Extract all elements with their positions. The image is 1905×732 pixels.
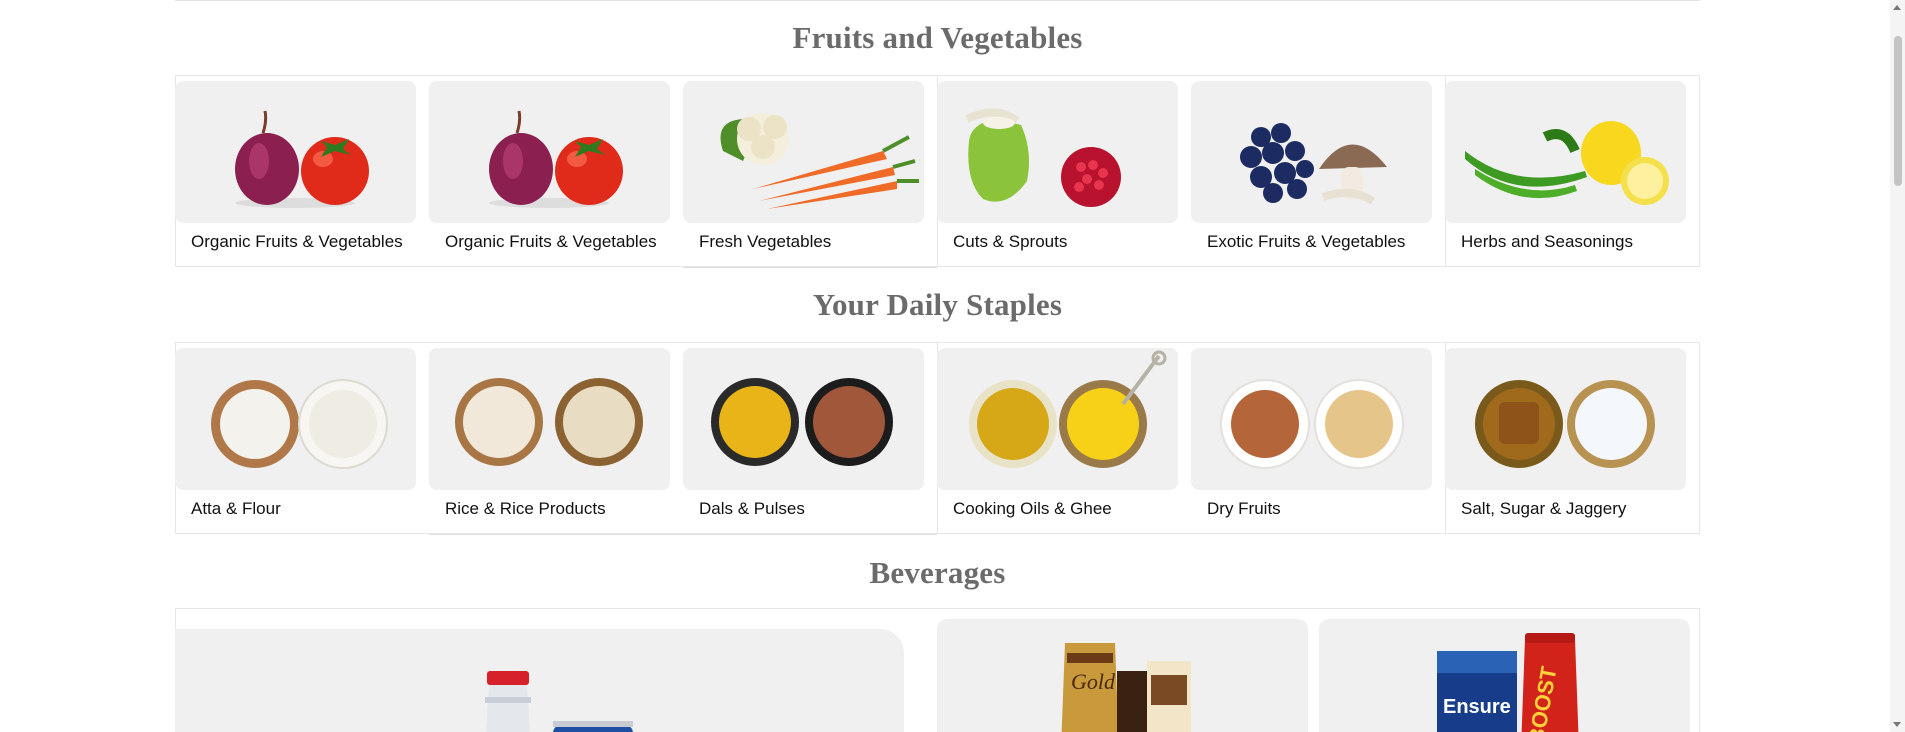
category-label: Fresh Vegetables	[699, 232, 832, 251]
onion-tomato-icon	[175, 81, 416, 223]
chili-lemon-icon	[1445, 81, 1686, 223]
category-card-atta-flour[interactable]: Atta & Flour	[175, 348, 416, 528]
soda-bottle-icon	[485, 671, 633, 732]
scroll-down-arrow-icon[interactable]	[1893, 722, 1901, 727]
category-grid-beverages: Gold Ensure BOOST	[175, 608, 1700, 732]
beverage-tile-soft-drinks[interactable]	[175, 629, 904, 732]
tea-coffee-pack-icon: Gold	[1061, 643, 1191, 732]
category-page: Fruits and Vegetables Organic Fruits & V…	[0, 0, 1890, 732]
section-title-beverages: Beverages	[869, 555, 1006, 590]
category-label: Organic Fruits & Vegetables	[191, 232, 403, 251]
category-card-organic-1[interactable]: Organic Fruits & Vegetables	[175, 81, 416, 261]
category-card-rice[interactable]: Rice & Rice Products	[429, 348, 670, 528]
category-label: Dry Fruits	[1207, 499, 1281, 518]
beverage-tile-tea-coffee[interactable]: Gold	[937, 619, 1308, 732]
category-label: Salt, Sugar & Jaggery	[1461, 499, 1627, 518]
almond-cashew-icon	[1191, 348, 1432, 490]
section-title-staples: Your Daily Staples	[812, 287, 1063, 322]
dal-bowls-icon	[683, 348, 924, 490]
top-divider	[175, 0, 1700, 1]
health-drink-jar-icon: Ensure BOOST	[1437, 633, 1579, 732]
vertical-scrollbar[interactable]	[1890, 0, 1905, 732]
category-card-salt-sugar[interactable]: Salt, Sugar & Jaggery	[1445, 348, 1686, 528]
category-grid-fruits: Organic Fruits & Vegetables Organic Frui…	[175, 75, 1700, 268]
category-card-cuts-sprouts[interactable]: Cuts & Sprouts	[937, 81, 1178, 261]
category-label: Rice & Rice Products	[445, 499, 606, 518]
coconut-pomegranate-icon	[937, 81, 1178, 223]
category-label: Cuts & Sprouts	[953, 232, 1068, 251]
onion-tomato-icon	[429, 81, 670, 223]
category-label: Atta & Flour	[191, 499, 281, 518]
cauliflower-carrot-icon	[683, 81, 924, 223]
beverage-tile-health-drinks[interactable]: Ensure BOOST	[1319, 619, 1690, 732]
category-card-fresh-vegetables[interactable]: Fresh Vegetables	[683, 81, 924, 261]
category-card-organic-2[interactable]: Organic Fruits & Vegetables	[429, 81, 670, 261]
brand-text-gold: Gold	[1071, 669, 1116, 694]
oil-ghee-icon	[937, 348, 1178, 490]
category-card-dry-fruits[interactable]: Dry Fruits	[1191, 348, 1432, 528]
blueberry-mushroom-icon	[1191, 81, 1432, 223]
category-label: Herbs and Seasonings	[1461, 232, 1634, 251]
rice-bowls-icon	[429, 348, 670, 490]
category-grid-staples: Atta & Flour Rice & Rice Products Dals &…	[175, 342, 1700, 535]
category-label: Exotic Fruits & Vegetables	[1207, 232, 1406, 251]
category-card-herbs[interactable]: Herbs and Seasonings	[1445, 81, 1686, 261]
category-card-dals[interactable]: Dals & Pulses	[683, 348, 924, 528]
category-card-oils-ghee[interactable]: Cooking Oils & Ghee	[937, 348, 1178, 528]
jaggery-salt-icon	[1445, 348, 1686, 490]
flour-bowls-icon	[175, 348, 416, 490]
category-label: Cooking Oils & Ghee	[953, 499, 1112, 518]
section-title-fruits: Fruits and Vegetables	[792, 20, 1083, 55]
brand-text-ensure: Ensure	[1443, 696, 1511, 718]
category-card-exotic[interactable]: Exotic Fruits & Vegetables	[1191, 81, 1432, 261]
category-label: Dals & Pulses	[699, 499, 805, 518]
scrollbar-thumb[interactable]	[1894, 36, 1902, 186]
category-label: Organic Fruits & Vegetables	[445, 232, 657, 251]
scroll-up-arrow-icon[interactable]	[1893, 5, 1901, 10]
